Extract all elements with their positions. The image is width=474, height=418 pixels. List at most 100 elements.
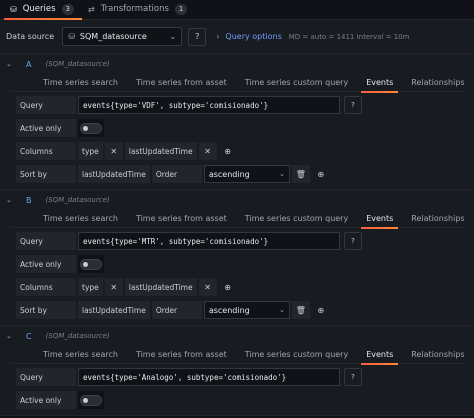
sort-by-label: Sort by (16, 301, 76, 319)
order-label: Order (151, 301, 202, 319)
chevron-down-icon: ⌄ (278, 170, 285, 178)
add-column-button[interactable]: ⊕ (219, 278, 237, 296)
tab-relationships[interactable]: Relationships (402, 346, 473, 364)
datasource-select[interactable]: ⛁ SQM_datasource ⌄ (62, 27, 183, 46)
toggle-switch[interactable] (80, 394, 102, 406)
sort-by-label: Sort by (16, 165, 76, 183)
tab-time-series-search[interactable]: Time series search (34, 210, 127, 228)
add-column-button[interactable]: ⊕ (219, 142, 237, 160)
query-letter: A (26, 59, 32, 69)
close-icon: ✕ (110, 282, 118, 292)
tab-time-series-from-asset[interactable]: Time series from asset (127, 74, 236, 92)
columns-row: Columns type ✕ lastUpdatedTime ✕ ⊕ (0, 141, 474, 161)
editor-tabs: ⛁ Queries 3 ⇄ Transformations 1 (0, 0, 474, 20)
remove-sort-button[interactable]: 🗑 (291, 165, 310, 183)
plus-circle-icon: ⊕ (317, 305, 325, 315)
question-icon: ? (351, 101, 355, 109)
database-icon: ⛁ (10, 4, 17, 14)
tab-queries[interactable]: ⛁ Queries 3 (4, 1, 82, 20)
tab-time-series-from-asset[interactable]: Time series from asset (127, 346, 236, 364)
tab-relationships[interactable]: Relationships (402, 74, 473, 92)
columns-label: Columns (16, 142, 76, 160)
chevron-down-icon[interactable]: ⌄ (6, 332, 18, 340)
remove-column-button[interactable]: ✕ (198, 142, 217, 160)
chevron-down-icon: ⌄ (278, 306, 285, 314)
database-icon: ⛁ (68, 32, 75, 41)
query-field-row: Query events{type='VDF', subtype='comisi… (0, 95, 474, 115)
query-input[interactable]: events{type='Analogo', subtype='comision… (78, 368, 340, 386)
query-help-button[interactable]: ? (344, 232, 362, 250)
column-tag-lastupdatedtime[interactable]: lastUpdatedTime (124, 278, 197, 296)
active-only-toggle[interactable] (78, 119, 104, 137)
close-icon: ✕ (204, 146, 211, 156)
query-header[interactable]: ⌄ B (SQM_datasource) (0, 190, 474, 210)
query-letter: B (26, 195, 32, 205)
query-help-button[interactable]: ? (344, 368, 362, 386)
trash-icon: 🗑 (295, 305, 306, 315)
query-help-button[interactable]: ? (344, 96, 362, 114)
active-only-toggle[interactable] (78, 255, 104, 273)
queries-count-badge: 3 (61, 3, 74, 15)
remove-column-button[interactable]: ✕ (198, 278, 217, 296)
columns-row: Columns type ✕ lastUpdatedTime ✕ ⊕ (0, 277, 474, 297)
chevron-down-icon[interactable]: ⌄ (6, 60, 18, 68)
sort-field[interactable]: lastUpdatedTime (78, 301, 150, 319)
close-icon: ✕ (204, 282, 211, 292)
active-only-toggle[interactable] (78, 391, 104, 409)
tab-transformations-label: Transformations (100, 4, 169, 14)
tab-relationships[interactable]: Relationships (402, 210, 473, 228)
order-label: Order (151, 165, 202, 183)
sort-field[interactable]: lastUpdatedTime (78, 165, 150, 183)
chevron-down-icon: ⌄ (169, 32, 177, 41)
column-tag-type[interactable]: type (78, 142, 103, 160)
query-field-row: Query events{type='Analogo', subtype='co… (0, 367, 474, 387)
tab-events[interactable]: Events (357, 210, 402, 229)
remove-sort-button[interactable]: 🗑 (291, 301, 310, 319)
trash-icon: 🗑 (295, 169, 306, 179)
query-type-tabs: Time series search Time series from asse… (10, 346, 465, 365)
query-header[interactable]: ⌄ C (SQM_datasource) (0, 326, 474, 346)
close-icon: ✕ (110, 146, 118, 156)
tab-events[interactable]: Events (357, 346, 402, 365)
remove-column-button[interactable]: ✕ (104, 278, 123, 296)
tab-time-series-custom-query[interactable]: Time series custom query (236, 74, 357, 92)
active-only-row: Active only (0, 390, 474, 410)
tab-time-series-from-asset[interactable]: Time series from asset (127, 210, 236, 228)
column-tag-lastupdatedtime[interactable]: lastUpdatedTime (124, 142, 197, 160)
order-value: ascending (208, 305, 250, 315)
tab-time-series-search[interactable]: Time series search (34, 346, 127, 364)
active-only-row: Active only (0, 118, 474, 138)
plus-circle-icon: ⊕ (224, 282, 231, 292)
add-sort-button[interactable]: ⊕ (312, 165, 330, 183)
query-datasource: (SQM_datasource) (45, 60, 110, 68)
question-icon: ? (351, 373, 355, 381)
chevron-down-icon[interactable]: ⌄ (6, 196, 18, 204)
query-header[interactable]: ⌄ A (SQM_datasource) (0, 54, 474, 74)
add-sort-button[interactable]: ⊕ (312, 301, 330, 319)
active-only-label: Active only (16, 255, 76, 273)
tab-events[interactable]: Events (357, 74, 402, 93)
tab-time-series-custom-query[interactable]: Time series custom query (236, 346, 357, 364)
query-letter: C (26, 331, 32, 341)
query-input[interactable]: events{type='VDF', subtype='comisionado'… (78, 96, 340, 114)
order-select[interactable]: ascending ⌄ (203, 301, 290, 319)
query-options-toggle[interactable]: › Query options MD = auto = 1411 Interva… (216, 32, 409, 41)
toggle-switch[interactable] (80, 122, 102, 134)
order-select[interactable]: ascending ⌄ (203, 165, 290, 183)
toggle-switch[interactable] (80, 258, 102, 270)
tab-time-series-custom-query[interactable]: Time series custom query (236, 210, 357, 228)
plus-circle-icon: ⊕ (224, 146, 231, 156)
remove-column-button[interactable]: ✕ (104, 142, 123, 160)
query-label: Query (16, 96, 76, 114)
tab-transformations[interactable]: ⇄ Transformations 1 (82, 1, 195, 19)
order-value: ascending (208, 169, 250, 179)
transformations-count-badge: 1 (174, 3, 188, 15)
query-input[interactable]: events{type='MTR', subtype='comisionado'… (78, 232, 340, 250)
query-options-label: Query options (225, 32, 282, 41)
plus-circle-icon: ⊕ (317, 169, 325, 179)
query-type-tabs: Time series search Time series from asse… (10, 210, 465, 229)
tab-time-series-search[interactable]: Time series search (34, 74, 127, 92)
column-tag-type[interactable]: type (78, 278, 103, 296)
datasource-help-button[interactable]: ? (188, 27, 207, 46)
query-datasource: (SQM_datasource) (45, 196, 110, 204)
